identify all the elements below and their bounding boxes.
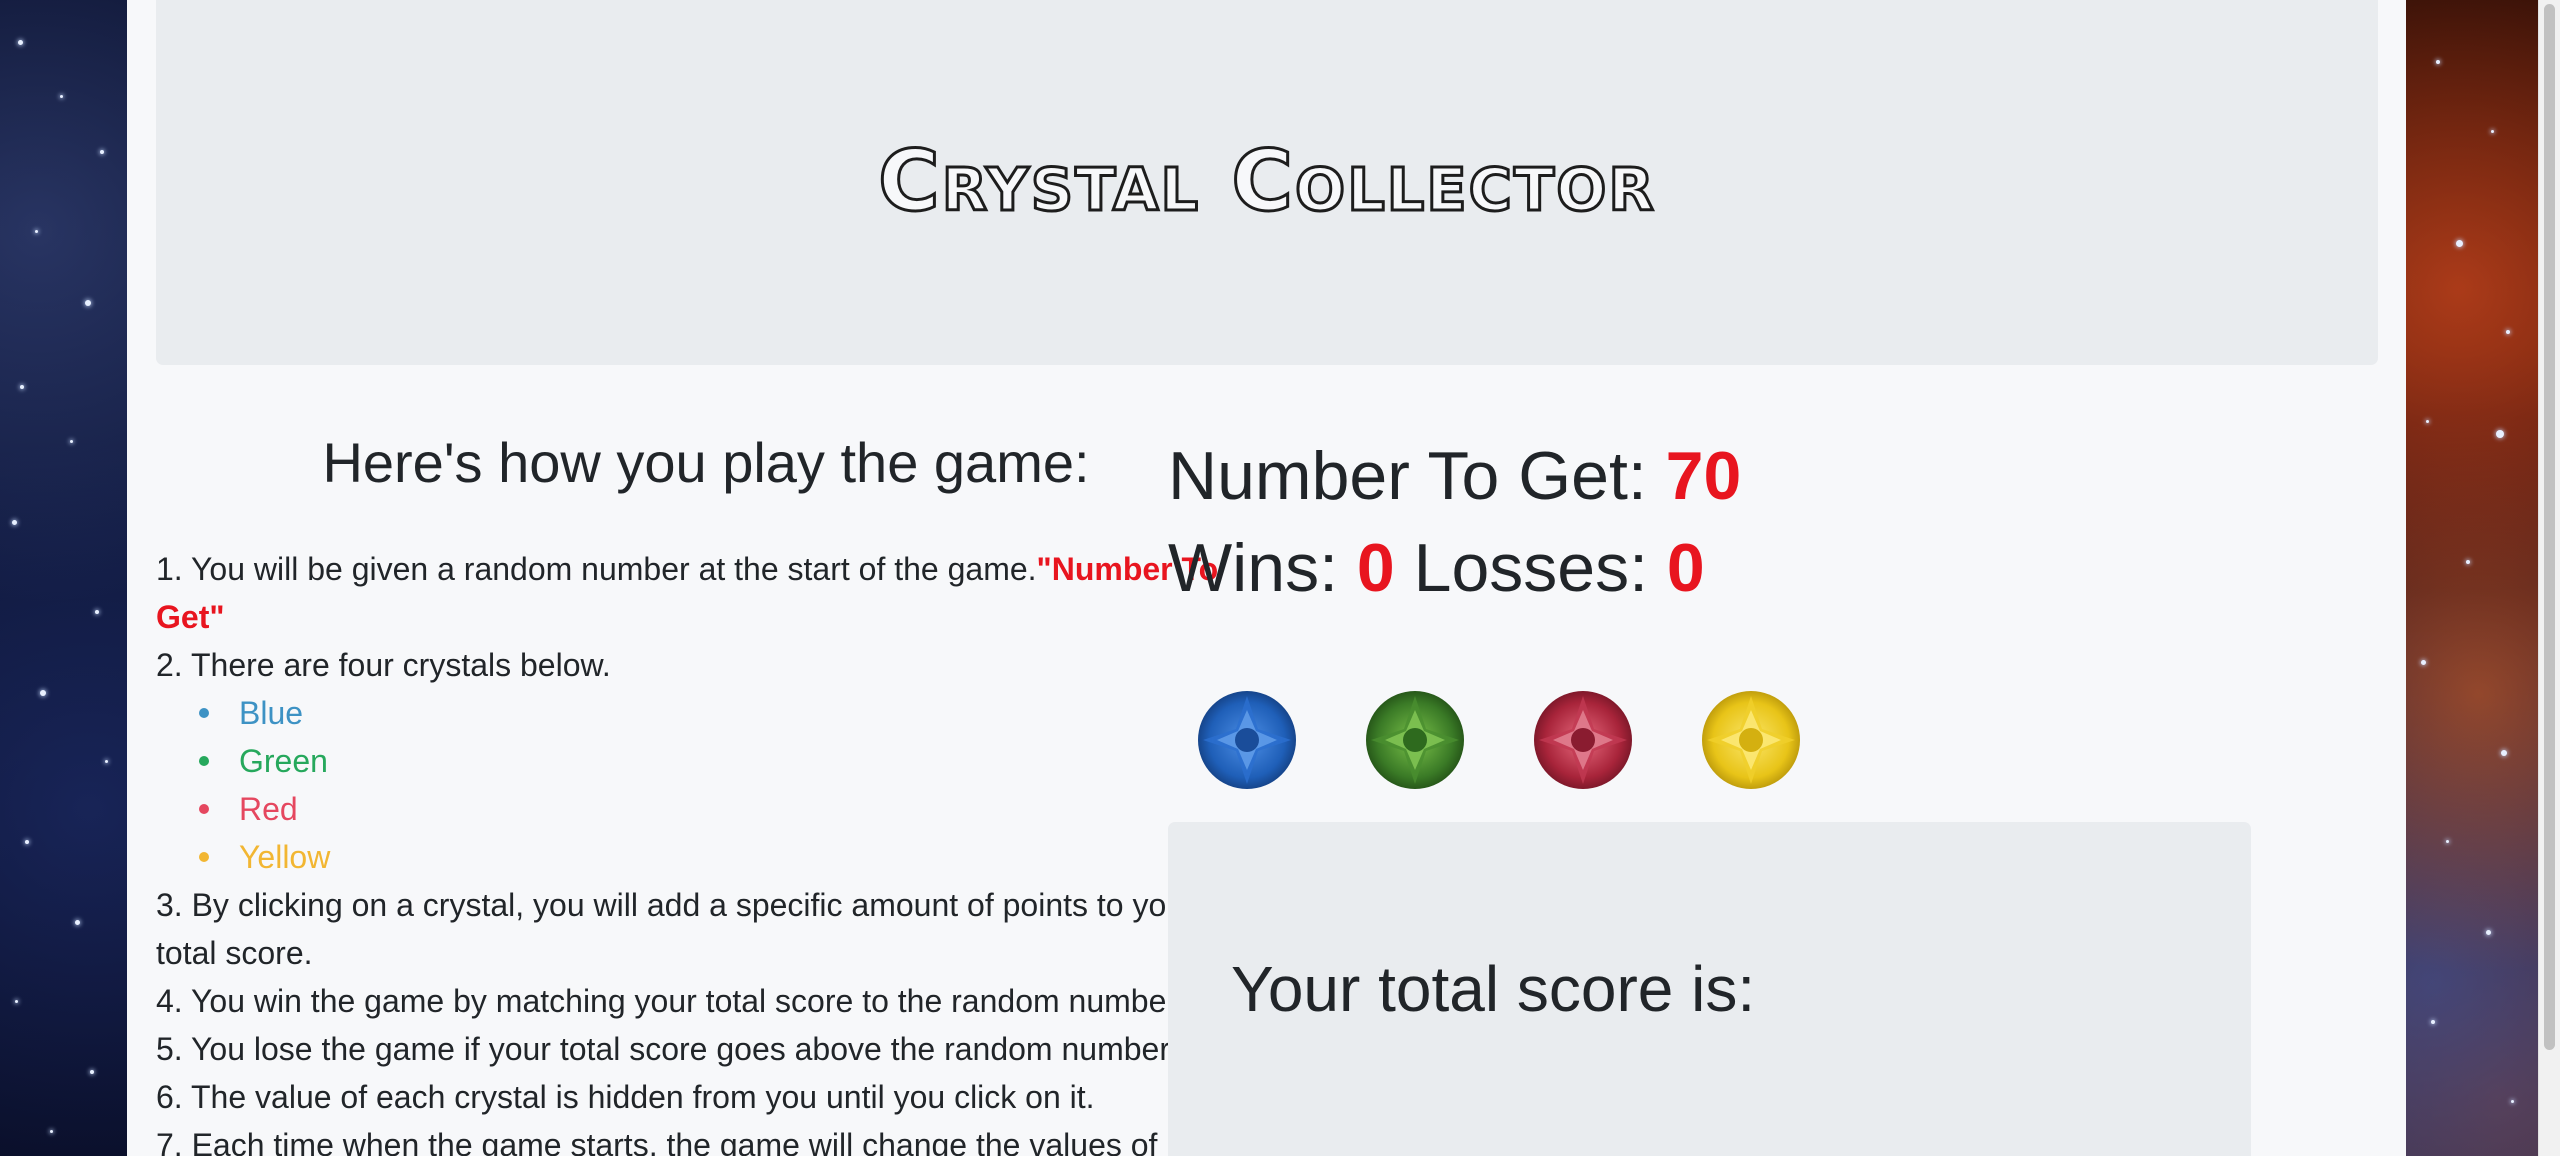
header-banner: Crystal Collector <box>156 0 2378 365</box>
star <box>2491 130 2494 133</box>
step-6: 6. The value of each crystal is hidden f… <box>156 1079 1095 1115</box>
scrollbar-thumb[interactable] <box>2544 4 2555 1050</box>
number-to-get-label: Number To Get: <box>1168 438 1647 514</box>
star <box>2496 430 2504 438</box>
instructions-heading: Here's how you play the game: <box>322 431 1090 494</box>
star <box>20 385 24 389</box>
game-title: Crystal Collector <box>877 130 1656 231</box>
star <box>2501 750 2507 756</box>
star <box>105 760 108 763</box>
star <box>12 520 17 525</box>
star <box>2486 930 2491 935</box>
bullet-icon <box>199 756 209 766</box>
star <box>70 440 73 443</box>
star <box>2511 1100 2514 1103</box>
star <box>2421 660 2426 665</box>
star <box>60 95 63 98</box>
list-item-red: Red <box>194 785 1256 833</box>
number-to-get: Number To Get: 70 <box>1168 430 2248 522</box>
star <box>2431 1020 2435 1024</box>
star <box>85 300 91 306</box>
star <box>2456 240 2463 247</box>
list-item-yellow: Yellow <box>194 833 1256 881</box>
step-1: 1. You will be given a random number at … <box>156 545 1256 641</box>
crystal-buttons <box>1197 690 1801 794</box>
bullet-icon <box>199 708 209 718</box>
wins-label: Wins: <box>1168 530 1338 606</box>
list-item-label: Yellow <box>239 839 331 875</box>
star <box>50 1130 53 1133</box>
star <box>35 230 38 233</box>
star <box>100 150 104 154</box>
list-item-label: Red <box>239 791 298 827</box>
bullet-icon <box>199 804 209 814</box>
instructions-steps: 1. You will be given a random number at … <box>156 545 1256 1156</box>
yellow-crystal-button[interactable] <box>1701 690 1801 790</box>
score-panel: Your total score is: <box>1168 822 2251 1156</box>
step-4: 4. You win the game by matching your tot… <box>156 983 1185 1019</box>
blue-crystal-icon <box>1198 691 1296 789</box>
star <box>18 40 23 45</box>
star <box>2436 60 2440 64</box>
bullet-icon <box>199 852 209 862</box>
red-crystal-button[interactable] <box>1533 690 1633 790</box>
step-3: 3. By clicking on a crystal, you will ad… <box>156 887 1195 971</box>
star <box>2446 840 2449 843</box>
step-5: 5. You lose the game if your total score… <box>156 1031 1178 1067</box>
crystal-list: Blue Green Red Yellow <box>194 689 1256 881</box>
win-loss-record: Wins: 0 Losses: 0 <box>1168 522 2248 614</box>
star <box>2506 330 2510 334</box>
number-to-get-value: 70 <box>1665 438 1742 514</box>
instructions-column: Here's how you play the game: 1. You wil… <box>156 425 1256 1156</box>
space-background-left <box>0 0 127 1156</box>
step-2: 2. There are four crystals below. <box>156 647 611 683</box>
losses-label: Losses: <box>1413 530 1648 606</box>
list-item-blue: Blue <box>194 689 1256 737</box>
wins-value: 0 <box>1356 530 1395 606</box>
star <box>90 1070 94 1074</box>
page-scrollbar[interactable] <box>2538 0 2560 1156</box>
list-item-green: Green <box>194 737 1256 785</box>
green-crystal-icon <box>1366 691 1464 789</box>
yellow-crystal-icon <box>1702 691 1800 789</box>
list-item-label: Green <box>239 743 328 779</box>
space-background-right <box>2406 0 2538 1156</box>
star <box>2426 420 2429 423</box>
star <box>75 920 80 925</box>
losses-value: 0 <box>1666 530 1705 606</box>
star <box>25 840 29 844</box>
total-score-label: Your total score is: <box>1231 953 1756 1025</box>
green-crystal-button[interactable] <box>1365 690 1465 790</box>
step-1-text: 1. You will be given a random number at … <box>156 551 1037 587</box>
star <box>2466 560 2470 564</box>
star <box>95 610 99 614</box>
list-item-label: Blue <box>239 695 304 731</box>
red-crystal-icon <box>1534 691 1632 789</box>
star <box>40 690 46 696</box>
blue-crystal-button[interactable] <box>1197 690 1297 790</box>
star <box>15 1000 18 1003</box>
stats-panel: Number To Get: 70 Wins: 0 Losses: 0 <box>1168 430 2248 614</box>
step-7: 7. Each time when the game starts, the g… <box>156 1127 1158 1156</box>
